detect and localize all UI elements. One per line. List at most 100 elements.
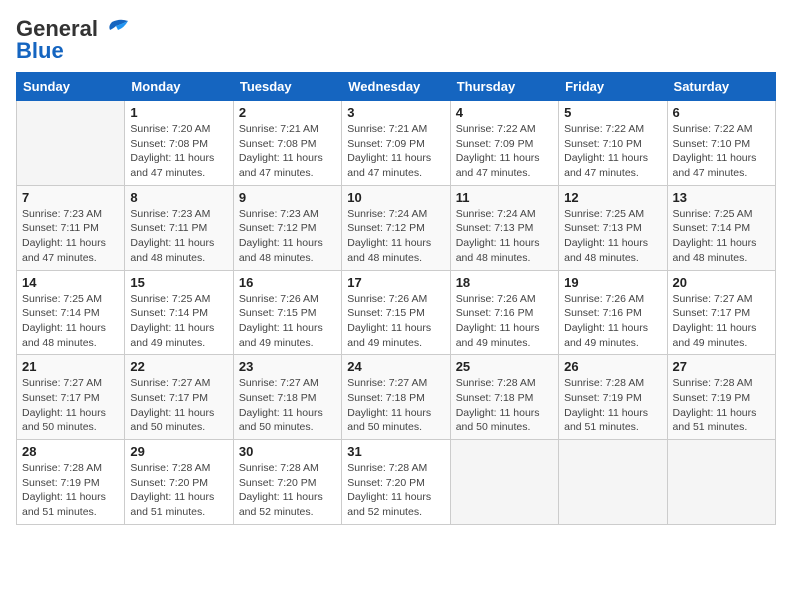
calendar-cell: 22 Sunrise: 7:27 AMSunset: 7:17 PMDayligh… xyxy=(125,355,233,440)
header-day-saturday: Saturday xyxy=(667,73,775,101)
calendar-cell: 3 Sunrise: 7:21 AMSunset: 7:09 PMDaylight… xyxy=(342,101,450,186)
header-day-wednesday: Wednesday xyxy=(342,73,450,101)
calendar-cell: 12 Sunrise: 7:25 AMSunset: 7:13 PMDayligh… xyxy=(559,185,667,270)
day-info: Sunrise: 7:23 AMSunset: 7:11 PMDaylight:… xyxy=(22,207,119,266)
day-info: Sunrise: 7:28 AMSunset: 7:20 PMDaylight:… xyxy=(239,461,336,520)
day-info: Sunrise: 7:28 AMSunset: 7:20 PMDaylight:… xyxy=(130,461,227,520)
day-number: 3 xyxy=(347,105,444,120)
day-number: 31 xyxy=(347,444,444,459)
day-info: Sunrise: 7:28 AMSunset: 7:19 PMDaylight:… xyxy=(22,461,119,520)
day-number: 20 xyxy=(673,275,770,290)
day-number: 28 xyxy=(22,444,119,459)
day-info: Sunrise: 7:23 AMSunset: 7:11 PMDaylight:… xyxy=(130,207,227,266)
calendar-cell: 10Sunrise: 7:24 AMSunset: 7:12 PMDayligh… xyxy=(342,185,450,270)
logo: General Blue xyxy=(16,16,132,64)
day-info: Sunrise: 7:27 AMSunset: 7:17 PMDaylight:… xyxy=(22,376,119,435)
day-info: Sunrise: 7:26 AMSunset: 7:15 PMDaylight:… xyxy=(239,292,336,351)
day-number: 9 xyxy=(239,190,336,205)
day-info: Sunrise: 7:27 AMSunset: 7:18 PMDaylight:… xyxy=(239,376,336,435)
calendar-cell: 14 Sunrise: 7:25 AMSunset: 7:14 PMDayligh… xyxy=(17,270,125,355)
day-number: 8 xyxy=(130,190,227,205)
calendar-cell: 18 Sunrise: 7:26 AMSunset: 7:16 PMDayligh… xyxy=(450,270,558,355)
day-info: Sunrise: 7:27 AMSunset: 7:18 PMDaylight:… xyxy=(347,376,444,435)
day-number: 26 xyxy=(564,359,661,374)
day-info: Sunrise: 7:28 AMSunset: 7:20 PMDaylight:… xyxy=(347,461,444,520)
calendar-cell: 28 Sunrise: 7:28 AMSunset: 7:19 PMDayligh… xyxy=(17,440,125,525)
page-header: General Blue xyxy=(16,16,776,64)
day-info: Sunrise: 7:22 AMSunset: 7:10 PMDaylight:… xyxy=(564,122,661,181)
day-info: Sunrise: 7:24 AMSunset: 7:12 PMDaylight:… xyxy=(347,207,444,266)
day-info: Sunrise: 7:25 AMSunset: 7:13 PMDaylight:… xyxy=(564,207,661,266)
calendar-cell xyxy=(450,440,558,525)
calendar-cell: 9 Sunrise: 7:23 AMSunset: 7:12 PMDaylight… xyxy=(233,185,341,270)
day-number: 16 xyxy=(239,275,336,290)
calendar-cell: 2 Sunrise: 7:21 AMSunset: 7:08 PMDaylight… xyxy=(233,101,341,186)
day-info: Sunrise: 7:21 AMSunset: 7:09 PMDaylight:… xyxy=(347,122,444,181)
day-info: Sunrise: 7:23 AMSunset: 7:12 PMDaylight:… xyxy=(239,207,336,266)
day-info: Sunrise: 7:26 AMSunset: 7:16 PMDaylight:… xyxy=(564,292,661,351)
header-day-friday: Friday xyxy=(559,73,667,101)
day-number: 2 xyxy=(239,105,336,120)
day-info: Sunrise: 7:25 AMSunset: 7:14 PMDaylight:… xyxy=(22,292,119,351)
day-number: 23 xyxy=(239,359,336,374)
day-number: 6 xyxy=(673,105,770,120)
day-number: 25 xyxy=(456,359,553,374)
day-number: 29 xyxy=(130,444,227,459)
calendar-week-row: 1 Sunrise: 7:20 AMSunset: 7:08 PMDaylight… xyxy=(17,101,776,186)
day-number: 19 xyxy=(564,275,661,290)
day-number: 11 xyxy=(456,190,553,205)
day-info: Sunrise: 7:26 AMSunset: 7:15 PMDaylight:… xyxy=(347,292,444,351)
day-number: 14 xyxy=(22,275,119,290)
calendar-cell: 31 Sunrise: 7:28 AMSunset: 7:20 PMDayligh… xyxy=(342,440,450,525)
calendar-table: SundayMondayTuesdayWednesdayThursdayFrid… xyxy=(16,72,776,525)
calendar-cell: 5 Sunrise: 7:22 AMSunset: 7:10 PMDaylight… xyxy=(559,101,667,186)
logo-text-blue: Blue xyxy=(16,38,64,64)
calendar-cell: 29 Sunrise: 7:28 AMSunset: 7:20 PMDayligh… xyxy=(125,440,233,525)
calendar-cell: 8 Sunrise: 7:23 AMSunset: 7:11 PMDaylight… xyxy=(125,185,233,270)
day-info: Sunrise: 7:28 AMSunset: 7:19 PMDaylight:… xyxy=(673,376,770,435)
day-info: Sunrise: 7:20 AMSunset: 7:08 PMDaylight:… xyxy=(130,122,227,181)
header-day-monday: Monday xyxy=(125,73,233,101)
day-info: Sunrise: 7:27 AMSunset: 7:17 PMDaylight:… xyxy=(130,376,227,435)
day-number: 15 xyxy=(130,275,227,290)
day-number: 17 xyxy=(347,275,444,290)
day-number: 1 xyxy=(130,105,227,120)
calendar-cell: 27 Sunrise: 7:28 AMSunset: 7:19 PMDayligh… xyxy=(667,355,775,440)
calendar-cell: 19 Sunrise: 7:26 AMSunset: 7:16 PMDayligh… xyxy=(559,270,667,355)
calendar-cell xyxy=(559,440,667,525)
day-info: Sunrise: 7:22 AMSunset: 7:10 PMDaylight:… xyxy=(673,122,770,181)
day-info: Sunrise: 7:26 AMSunset: 7:16 PMDaylight:… xyxy=(456,292,553,351)
day-number: 4 xyxy=(456,105,553,120)
calendar-cell: 25Sunrise: 7:28 AMSunset: 7:18 PMDayligh… xyxy=(450,355,558,440)
calendar-cell: 20 Sunrise: 7:27 AMSunset: 7:17 PMDayligh… xyxy=(667,270,775,355)
day-info: Sunrise: 7:22 AMSunset: 7:09 PMDaylight:… xyxy=(456,122,553,181)
calendar-cell: 23 Sunrise: 7:27 AMSunset: 7:18 PMDayligh… xyxy=(233,355,341,440)
header-day-sunday: Sunday xyxy=(17,73,125,101)
calendar-header-row: SundayMondayTuesdayWednesdayThursdayFrid… xyxy=(17,73,776,101)
day-number: 18 xyxy=(456,275,553,290)
header-day-thursday: Thursday xyxy=(450,73,558,101)
calendar-week-row: 21Sunrise: 7:27 AMSunset: 7:17 PMDayligh… xyxy=(17,355,776,440)
calendar-cell: 26Sunrise: 7:28 AMSunset: 7:19 PMDayligh… xyxy=(559,355,667,440)
day-number: 12 xyxy=(564,190,661,205)
calendar-week-row: 14 Sunrise: 7:25 AMSunset: 7:14 PMDayligh… xyxy=(17,270,776,355)
calendar-cell: 15 Sunrise: 7:25 AMSunset: 7:14 PMDayligh… xyxy=(125,270,233,355)
day-info: Sunrise: 7:25 AMSunset: 7:14 PMDaylight:… xyxy=(673,207,770,266)
calendar-cell: 13Sunrise: 7:25 AMSunset: 7:14 PMDayligh… xyxy=(667,185,775,270)
calendar-week-row: 28 Sunrise: 7:28 AMSunset: 7:19 PMDayligh… xyxy=(17,440,776,525)
calendar-cell: 30Sunrise: 7:28 AMSunset: 7:20 PMDayligh… xyxy=(233,440,341,525)
day-info: Sunrise: 7:27 AMSunset: 7:17 PMDaylight:… xyxy=(673,292,770,351)
day-number: 7 xyxy=(22,190,119,205)
day-info: Sunrise: 7:21 AMSunset: 7:08 PMDaylight:… xyxy=(239,122,336,181)
calendar-cell: 4 Sunrise: 7:22 AMSunset: 7:09 PMDaylight… xyxy=(450,101,558,186)
day-number: 27 xyxy=(673,359,770,374)
calendar-week-row: 7 Sunrise: 7:23 AMSunset: 7:11 PMDaylight… xyxy=(17,185,776,270)
header-day-tuesday: Tuesday xyxy=(233,73,341,101)
day-number: 22 xyxy=(130,359,227,374)
calendar-cell xyxy=(667,440,775,525)
day-info: Sunrise: 7:25 AMSunset: 7:14 PMDaylight:… xyxy=(130,292,227,351)
calendar-cell: 24Sunrise: 7:27 AMSunset: 7:18 PMDayligh… xyxy=(342,355,450,440)
calendar-cell: 17 Sunrise: 7:26 AMSunset: 7:15 PMDayligh… xyxy=(342,270,450,355)
calendar-cell: 11Sunrise: 7:24 AMSunset: 7:13 PMDayligh… xyxy=(450,185,558,270)
day-number: 5 xyxy=(564,105,661,120)
